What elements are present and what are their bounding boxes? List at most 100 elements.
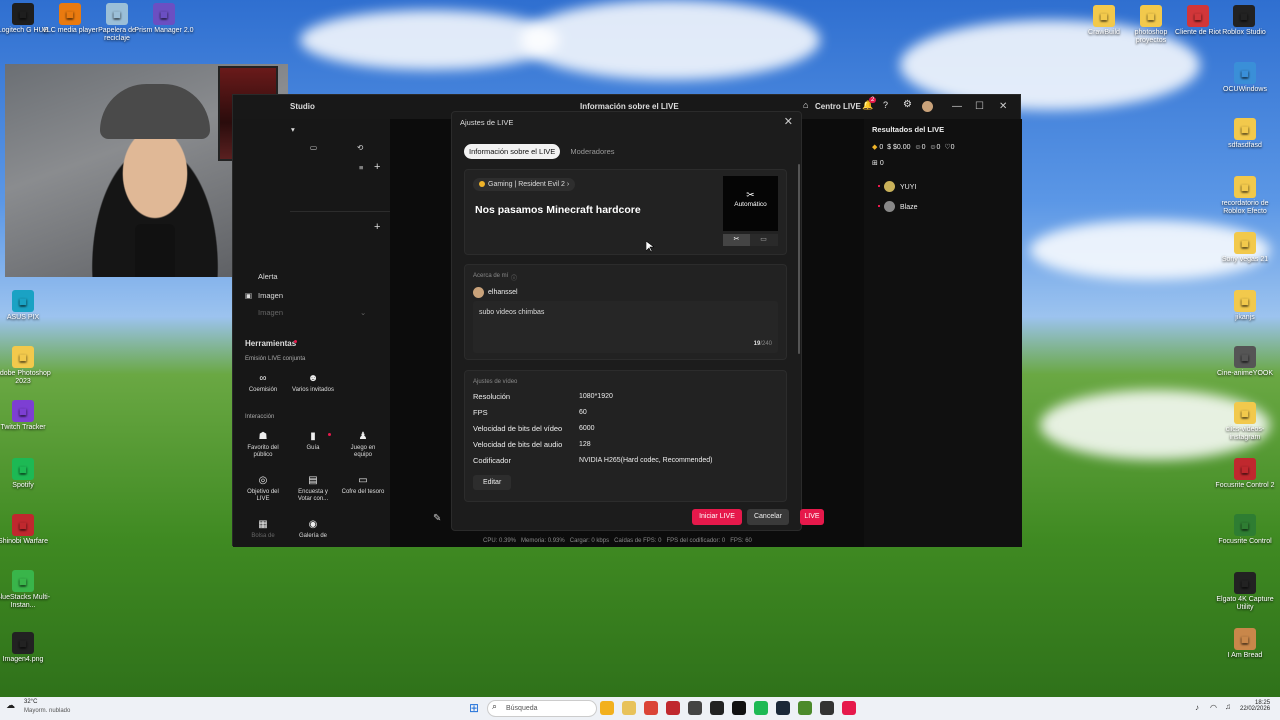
viewer-row[interactable]: YUYI (878, 181, 916, 192)
video-setting-value: 1080*1920 (579, 393, 613, 400)
app-icon[interactable] (820, 701, 834, 715)
minecraft-icon[interactable] (798, 701, 812, 715)
app-icon[interactable] (688, 701, 702, 715)
magic-wand-icon[interactable]: ✎ (433, 513, 441, 524)
desktop-roblox-shortcut[interactable]: ■ Roblox Studio (1212, 5, 1276, 37)
desktop-folder-shortcut[interactable]: ■ Adobe Photoshop 2023 (0, 346, 55, 385)
tool-chest[interactable]: ▭ Cofre del tesoro (341, 475, 385, 513)
folder-icon: ■ (1234, 62, 1256, 84)
vlc-icon: ■ (59, 3, 81, 25)
desktop-image-file-shortcut[interactable]: ■ Imagen4.png (0, 632, 55, 664)
info-icon[interactable]: ⓘ (511, 273, 517, 282)
close-icon[interactable]: ✕ (999, 101, 1007, 112)
chest-icon: ▭ (358, 475, 368, 486)
desktop-prism-shortcut[interactable]: ■ Prism Manager 2.0 (132, 3, 196, 35)
stat-earnings: $0.00 (893, 144, 911, 151)
desktop-spotify-shortcut[interactable]: ■ Spotify (0, 458, 55, 490)
viewer-row[interactable]: Blaze (878, 201, 918, 212)
goal-icon: ◎ (258, 475, 268, 486)
shinobi-icon: ■ (12, 514, 34, 536)
help-icon[interactable]: ? (883, 100, 888, 110)
volume-icon[interactable]: ♫ (1225, 702, 1231, 711)
file-explorer-icon[interactable] (600, 701, 614, 715)
tab-live-info[interactable]: Información sobre el LIVE (464, 144, 561, 159)
add-source-icon[interactable]: + (374, 161, 380, 173)
category-chip[interactable]: Gaming | Resident Evil 2 › (473, 178, 576, 191)
tool-favorite[interactable]: ☗ Favorito del público (241, 431, 285, 469)
settings-icon[interactable]: ⚙ (903, 99, 912, 110)
desktop-shinobi-shortcut[interactable]: ■ Shinobi Warfare (0, 514, 55, 546)
image-row[interactable]: Imagen (258, 291, 283, 300)
chevron-down-icon[interactable]: ⌄ (360, 308, 366, 317)
tool-link[interactable]: ∞ Coemisión (241, 373, 285, 411)
video-setting-value: 60 (579, 409, 587, 416)
about-card: Acerca de mí ⓘ elhanssel subo videos chi… (464, 264, 787, 360)
divider (290, 211, 390, 212)
desktop-folder-shortcut[interactable]: ■ recordatorio de Roblox Efecto (1213, 176, 1277, 215)
alert-row[interactable]: Alerta (258, 272, 278, 281)
desktop-focusrite-shortcut[interactable]: ■ Focusrite Control 2 (1213, 458, 1277, 490)
tool-label: Juego en equipo (350, 445, 376, 459)
modal-scrollbar[interactable] (798, 164, 800, 354)
edit-button[interactable]: Editar (473, 475, 512, 490)
logitech-icon: ■ (12, 3, 34, 25)
tool-goal[interactable]: ◎ Objetivo del LIVE (241, 475, 285, 513)
chrome-icon[interactable] (644, 701, 658, 715)
desktop-asus-shortcut[interactable]: ■ ASUS PIX (0, 290, 55, 322)
add-scene-icon[interactable]: + (374, 221, 380, 233)
taskbar-search[interactable]: Búsqueda (487, 700, 597, 717)
cancel-button[interactable]: Cancelar (747, 509, 789, 525)
tab-moderators[interactable]: Moderadores (565, 144, 619, 159)
desktop-twitch-shortcut[interactable]: ■ Twitch Tracker (0, 400, 55, 432)
auto-thumb-icon[interactable]: ✂ (723, 234, 750, 246)
app-icon[interactable] (666, 701, 680, 715)
tool-guests[interactable]: ☻ Varios invitados (291, 373, 335, 411)
desktop-cine-shortcut[interactable]: ■ Cine-animeYOOK (1213, 346, 1277, 378)
mic-tray-icon[interactable]: ♪ (1195, 703, 1199, 712)
desktop-icon-label: I Am Bread (1227, 652, 1263, 659)
rotate-icon[interactable]: ⟲ (357, 143, 363, 152)
logitech-icon[interactable] (732, 701, 746, 715)
start-windows-icon[interactable]: ⊞ (467, 701, 481, 715)
home-icon[interactable]: ⌂ (803, 100, 808, 110)
tool-poll[interactable]: ▤ Encuesta y Votar con... (291, 475, 335, 513)
description-field[interactable]: subo videos chimbas 19/240 (473, 301, 778, 353)
desktop-icon-label: clics-videos-instagram (1225, 426, 1265, 441)
desktop-bread-shortcut[interactable]: ■ I Am Bread (1213, 628, 1277, 660)
steam-icon[interactable] (776, 701, 790, 715)
desktop-folder-shortcut[interactable]: ■ Sony vegas 21 (1213, 232, 1277, 264)
list-icon[interactable]: ≡ (359, 163, 363, 172)
desktop-focusrite-shortcut[interactable]: ■ Focusrite Control (1213, 514, 1277, 546)
modal-close-icon[interactable]: ✕ (784, 115, 793, 128)
desktop-bluestacks-shortcut[interactable]: ■ BlueStacks Multi-Instan... (0, 570, 55, 609)
desktop-folder-shortcut[interactable]: ■ clics-videos-instagram (1213, 402, 1277, 441)
maximize-icon[interactable]: ☐ (975, 101, 984, 112)
tool-bag[interactable]: ▦ Bolsa de (241, 519, 285, 557)
thumbnail[interactable]: ✂ Automático (723, 176, 778, 231)
desktop-elgato-shortcut[interactable]: ■ Elgato 4K Capture Utility (1213, 572, 1277, 611)
live-center-link[interactable]: Centro LIVE (815, 102, 861, 111)
desktop-icon-label: photoshop proyectos (1134, 29, 1168, 44)
avatar[interactable] (922, 101, 933, 112)
desktop-folder-shortcut[interactable]: ■ jikanjs (1213, 290, 1277, 322)
landscape-icon[interactable]: ▭ (310, 143, 317, 152)
tool-team-game[interactable]: ♟ Juego en equipo (341, 431, 385, 469)
start-live-button[interactable]: Iniciar LIVE (692, 509, 742, 525)
tiktok-icon[interactable] (842, 701, 856, 715)
wifi-icon[interactable]: ◠ (1210, 703, 1217, 712)
obs-icon[interactable] (710, 701, 724, 715)
tool-guide[interactable]: ▮ Guía (291, 431, 335, 469)
desktop-folder-shortcut[interactable]: ■ sdfasdfasd (1213, 118, 1277, 150)
desktop-folder-shortcut[interactable]: ■ OCUWindows (1213, 62, 1277, 94)
clock[interactable]: 18:25 22/02/2026 (1240, 700, 1270, 712)
stream-title[interactable]: Nos pasamos Minecraft hardcore (475, 204, 641, 216)
live-button[interactable]: LIVE (800, 509, 824, 525)
minimize-icon[interactable]: — (952, 101, 962, 112)
char-max: /240 (760, 341, 772, 347)
tool-gallery[interactable]: ◉ Galería de (291, 519, 335, 557)
folder-icon[interactable] (622, 701, 636, 715)
spotify-icon[interactable] (754, 701, 768, 715)
scene-dropdown-icon[interactable]: ▾ (291, 125, 295, 134)
manual-thumb-icon[interactable]: ▭ (750, 234, 777, 246)
weather-icon[interactable]: ☁ (6, 700, 15, 711)
